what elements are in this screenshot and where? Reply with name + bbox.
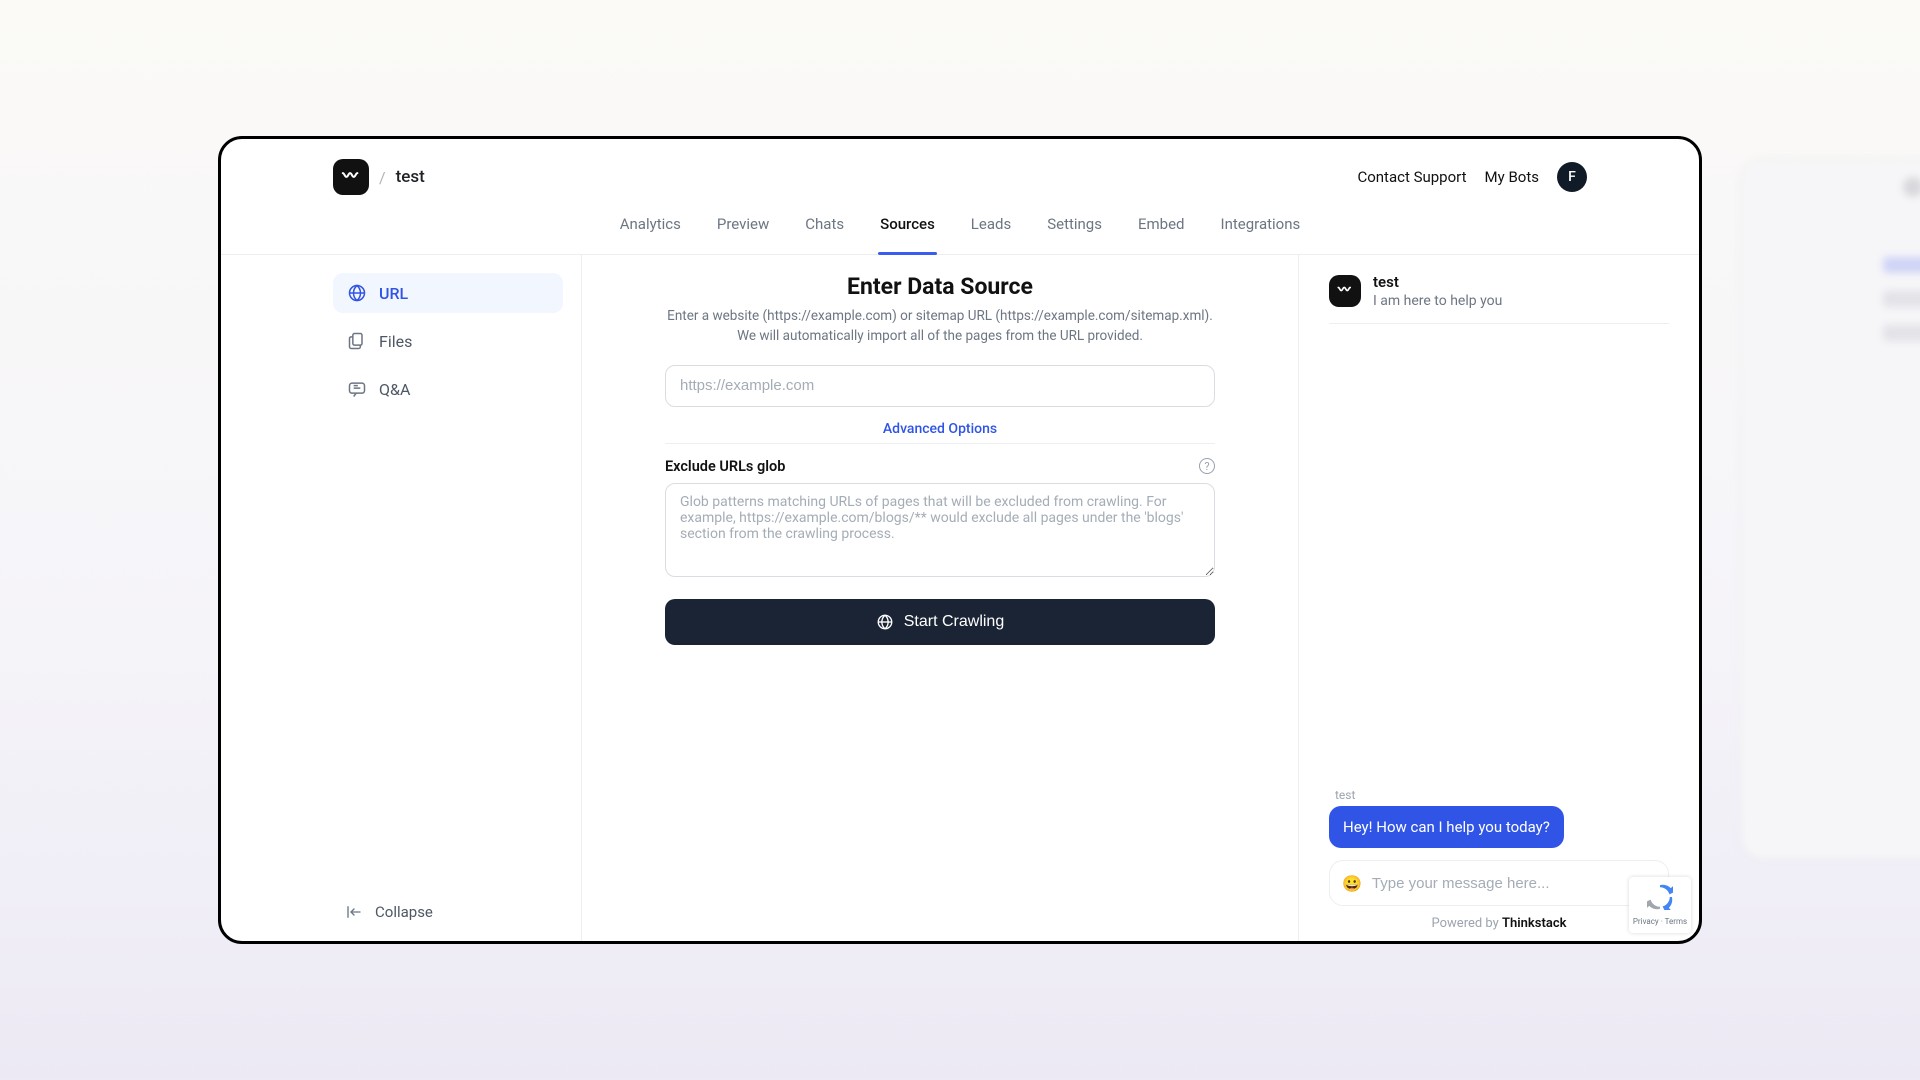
app-window: / test Contact Support My Bots F Analyti…: [218, 136, 1702, 944]
breadcrumb-slash: /: [379, 168, 386, 187]
crawl-button-label: Start Crawling: [904, 613, 1004, 631]
sidebar-item-label: Q&A: [379, 380, 410, 399]
chat-icon: [347, 379, 367, 399]
tab-sources[interactable]: Sources: [880, 215, 935, 254]
recaptcha-icon: [1647, 884, 1673, 914]
chat-sender-label: test: [1335, 788, 1669, 802]
tab-leads[interactable]: Leads: [971, 215, 1011, 254]
sidebar-item-url[interactable]: URL: [333, 273, 563, 313]
chat-bot-tagline: I am here to help you: [1373, 293, 1502, 309]
chat-input-row: 😀: [1329, 860, 1669, 906]
chat-input[interactable]: [1372, 875, 1656, 892]
globe-icon: [347, 283, 367, 303]
exclude-label: Exclude URLs glob: [665, 458, 785, 475]
tab-bar: Analytics Preview Chats Sources Leads Se…: [221, 215, 1699, 255]
start-crawling-button[interactable]: Start Crawling: [665, 599, 1215, 645]
tab-chats[interactable]: Chats: [805, 215, 844, 254]
body: URL Files: [221, 255, 1699, 941]
sidebar: URL Files: [221, 255, 581, 941]
recaptcha-badge[interactable]: Privacy · Terms: [1629, 877, 1691, 933]
chat-preview: test I am here to help you test Hey! How…: [1299, 255, 1699, 941]
wave-icon: [340, 164, 362, 190]
sidebar-item-label: URL: [379, 284, 408, 303]
wave-icon: [1336, 280, 1354, 302]
files-icon: [347, 331, 367, 351]
contact-support-link[interactable]: Contact Support: [1357, 168, 1466, 186]
help-icon[interactable]: ?: [1199, 458, 1215, 474]
my-bots-link[interactable]: My Bots: [1485, 168, 1539, 186]
powered-by-brand[interactable]: Thinkstack: [1502, 916, 1566, 931]
breadcrumb: / test: [333, 159, 425, 195]
chat-message-bubble: Hey! How can I help you today?: [1329, 806, 1564, 848]
recaptcha-terms: Privacy · Terms: [1633, 917, 1687, 926]
sidebar-item-files[interactable]: Files: [333, 321, 563, 361]
chat-header: test I am here to help you: [1329, 273, 1669, 324]
sidebar-item-qa[interactable]: Q&A: [333, 369, 563, 409]
emoji-icon[interactable]: 😀: [1342, 874, 1362, 893]
brand-logo[interactable]: [333, 159, 369, 195]
page-title: test: [396, 167, 425, 187]
tab-integrations[interactable]: Integrations: [1221, 215, 1301, 254]
tab-settings[interactable]: Settings: [1047, 215, 1102, 254]
globe-icon: [876, 613, 894, 631]
sidebar-item-label: Files: [379, 332, 412, 351]
topbar-right: Contact Support My Bots F: [1357, 162, 1587, 192]
collapse-sidebar-button[interactable]: Collapse: [333, 903, 563, 921]
topbar: / test Contact Support My Bots F: [221, 139, 1699, 215]
chat-bot-name: test: [1373, 273, 1502, 291]
collapse-label: Collapse: [375, 903, 433, 921]
user-avatar[interactable]: F: [1557, 162, 1587, 192]
tab-embed[interactable]: Embed: [1138, 215, 1185, 254]
powered-by: Powered by Thinkstack: [1329, 916, 1669, 931]
tab-analytics[interactable]: Analytics: [620, 215, 681, 254]
exclude-urls-input[interactable]: [665, 483, 1215, 577]
background-ghost-card: [1740, 160, 1920, 860]
main-heading: Enter Data Source: [665, 273, 1215, 300]
tab-preview[interactable]: Preview: [717, 215, 769, 254]
chat-thread: test Hey! How can I help you today?: [1329, 324, 1669, 860]
collapse-icon: [345, 903, 363, 921]
chat-logo: [1329, 275, 1361, 307]
advanced-options-toggle[interactable]: Advanced Options: [665, 421, 1215, 444]
main-subtitle: Enter a website (https://example.com) or…: [665, 306, 1215, 347]
main-panel: Enter Data Source Enter a website (https…: [581, 255, 1299, 941]
url-input[interactable]: [665, 365, 1215, 407]
